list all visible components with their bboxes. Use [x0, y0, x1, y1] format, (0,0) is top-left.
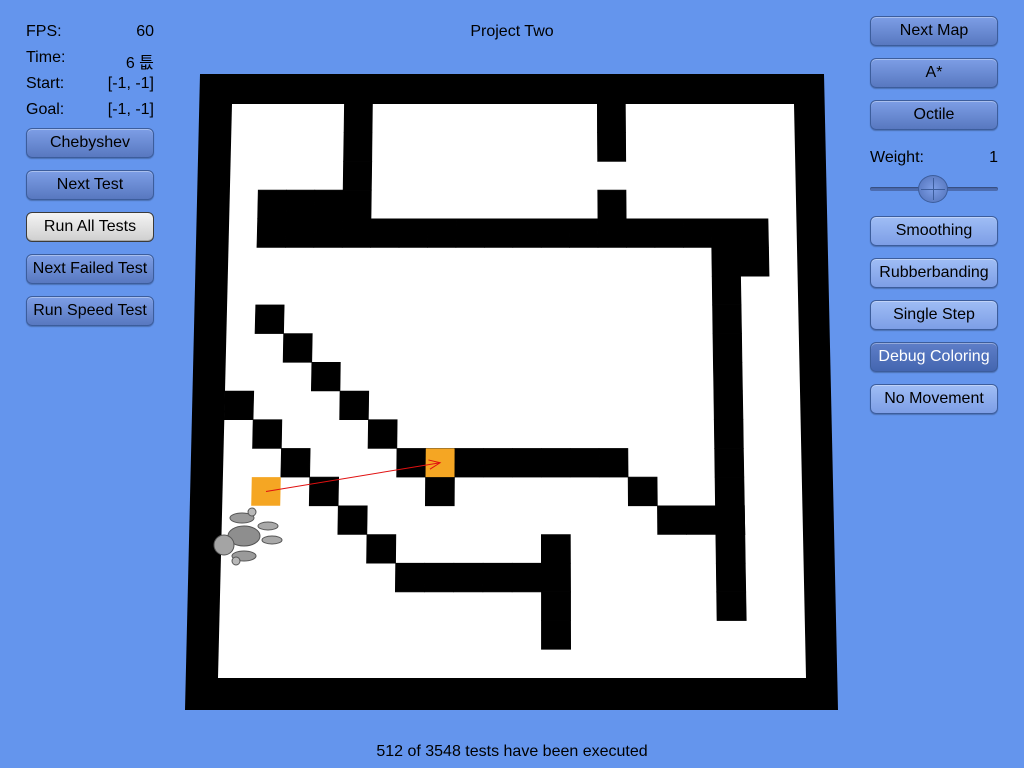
- wall-cell: [569, 448, 600, 478]
- grid-map[interactable]: [0, 0, 1024, 768]
- wall-cell: [342, 161, 373, 191]
- wall-cell: [341, 218, 372, 248]
- wall-cell: [682, 218, 713, 248]
- wall-cell: [712, 361, 743, 392]
- wall-cell: [310, 361, 341, 392]
- wall-cell: [627, 476, 658, 507]
- agent-part: [261, 535, 283, 545]
- wall-cell: [454, 448, 484, 478]
- wall-cell: [313, 218, 343, 248]
- wall-cell: [282, 333, 313, 363]
- wall-cell: [342, 189, 372, 220]
- wall-cell: [540, 562, 571, 593]
- wall-cell: [482, 562, 513, 593]
- wall-cell: [657, 505, 688, 535]
- wall-cell: [483, 218, 514, 248]
- wall-cell: [597, 218, 627, 248]
- wall-cell: [427, 218, 457, 248]
- wall-cell: [597, 189, 627, 220]
- agent-part: [247, 507, 257, 517]
- wall-cell: [715, 562, 747, 593]
- agent-part: [257, 521, 279, 531]
- wall-cell: [280, 448, 311, 478]
- wall-cell: [455, 218, 485, 248]
- wall-cell: [739, 247, 770, 277]
- wall-cell: [569, 218, 599, 248]
- wall-cell: [541, 620, 572, 650]
- wall-cell: [367, 419, 398, 449]
- wall-cell: [625, 218, 656, 248]
- wall-cell: [366, 534, 397, 564]
- wall-cell: [511, 562, 542, 593]
- wall-cell: [252, 419, 283, 449]
- wall-cell: [714, 448, 745, 478]
- wall-cell: [711, 275, 742, 306]
- wall-cell: [540, 448, 571, 478]
- agent-part: [231, 556, 241, 566]
- wall-cell: [398, 218, 429, 248]
- wall-cell: [540, 534, 571, 564]
- wall-cell: [712, 333, 743, 363]
- wall-cell: [512, 448, 542, 478]
- wall-cell: [313, 189, 344, 220]
- wall-cell: [337, 505, 368, 535]
- wall-cell: [598, 448, 629, 478]
- wall-cell: [396, 448, 427, 478]
- wall-cell: [714, 476, 745, 507]
- wall-cell: [739, 218, 769, 248]
- wall-cell: [715, 534, 746, 564]
- wall-cell: [686, 505, 717, 535]
- wall-cell: [711, 247, 741, 277]
- wall-cell: [540, 218, 570, 248]
- wall-cell: [483, 448, 513, 478]
- wall-cell: [370, 218, 400, 248]
- wall-cell: [394, 562, 426, 593]
- wall-cell: [715, 505, 746, 535]
- wall-cell: [424, 562, 455, 593]
- wall-cell: [256, 218, 287, 248]
- wall-cell: [453, 562, 484, 593]
- agent-part: [213, 534, 235, 556]
- wall-cell: [596, 103, 626, 133]
- wall-cell: [339, 390, 370, 421]
- status-text: 512 of 3548 tests have been executed: [376, 743, 648, 760]
- wall-cell: [424, 476, 455, 507]
- wall-cell: [254, 304, 285, 334]
- wall-cell: [223, 390, 255, 421]
- wall-cell: [343, 103, 373, 133]
- wall-cell: [285, 189, 316, 220]
- highlighted-cell: [251, 477, 281, 506]
- wall-cell: [713, 390, 744, 421]
- wall-cell: [713, 419, 744, 449]
- wall-cell: [654, 218, 684, 248]
- wall-cell: [541, 591, 571, 621]
- wall-cell: [712, 304, 742, 334]
- wall-cell: [285, 218, 315, 248]
- wall-cell: [716, 591, 747, 621]
- wall-cell: [343, 132, 373, 162]
- wall-cell: [512, 218, 542, 248]
- wall-cell: [710, 218, 741, 248]
- wall-cell: [597, 132, 627, 162]
- wall-cell: [257, 189, 287, 220]
